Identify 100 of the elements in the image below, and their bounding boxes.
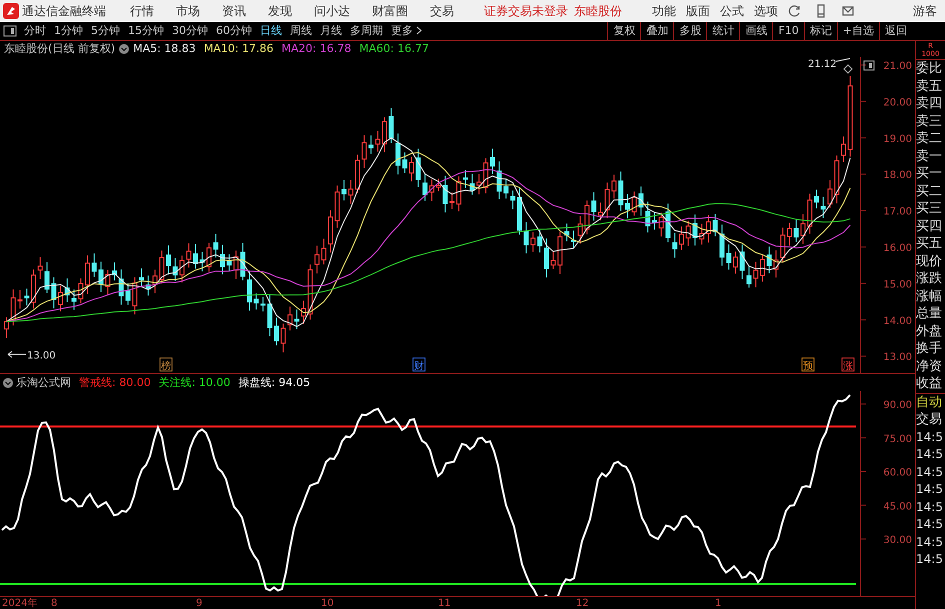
axis-label: 10 bbox=[321, 597, 334, 609]
period-tab[interactable]: 分时 bbox=[20, 22, 50, 40]
indicator-value: 关注线: 10.00 bbox=[158, 374, 230, 390]
menu-item[interactable]: 行情 bbox=[130, 2, 154, 20]
event-marker[interactable]: 榜 bbox=[160, 358, 172, 372]
quote-label: 委比 bbox=[916, 60, 943, 78]
indicator-value: 操盘线: 94.05 bbox=[238, 374, 310, 390]
toolbar-button[interactable]: 复权 bbox=[607, 22, 640, 40]
trade-time: 14:5 bbox=[916, 446, 944, 463]
quote-label: 卖四 bbox=[916, 95, 943, 112]
axis-label: 60.00 bbox=[883, 468, 912, 478]
menu-item[interactable]: 交易 bbox=[430, 2, 454, 20]
period-tab[interactable]: 更多 bbox=[387, 22, 426, 40]
quote-label: 买二 bbox=[916, 182, 943, 200]
leader-line bbox=[836, 58, 850, 62]
menu-item[interactable]: 资讯 bbox=[222, 2, 246, 20]
quote-label: 买一 bbox=[916, 165, 943, 182]
quote-label: 涨跌 bbox=[916, 270, 943, 288]
menu-item[interactable]: 功能 bbox=[652, 2, 676, 20]
period-tab[interactable]: 月线 bbox=[316, 22, 346, 40]
axis-label: 20.00 bbox=[883, 97, 912, 108]
quote-label: 现价 bbox=[916, 252, 943, 270]
menu-item[interactable]: 发现 bbox=[268, 2, 292, 20]
mail-icon[interactable] bbox=[840, 4, 856, 18]
axis-label: 90.00 bbox=[883, 400, 912, 411]
toolbar-button[interactable]: 多股 bbox=[673, 22, 706, 40]
app-title: 通达信金融终端 bbox=[22, 3, 106, 20]
menu-item[interactable]: 财富圈 bbox=[372, 2, 408, 20]
trade-time: 14:5 bbox=[916, 428, 944, 446]
period-tab[interactable]: 1分钟 bbox=[50, 22, 87, 40]
ma-value: MA5: 18.83 bbox=[133, 41, 196, 57]
mode-tab[interactable]: 自动 bbox=[916, 392, 945, 411]
period-tab[interactable]: 多周期 bbox=[346, 22, 387, 40]
quote-label: 买四 bbox=[916, 218, 943, 235]
axis-label: 17.00 bbox=[883, 206, 912, 218]
ma-value: MA60: 16.77 bbox=[359, 41, 429, 57]
menu-item[interactable]: 公式 bbox=[720, 2, 744, 20]
axis-label: 21.00 bbox=[883, 61, 912, 72]
axis-label: 1 bbox=[715, 597, 722, 609]
leader-arrow bbox=[8, 350, 26, 358]
axis-label: 13.00 bbox=[883, 352, 912, 364]
trade-time: 14:5 bbox=[916, 551, 944, 568]
diamond-icon[interactable] bbox=[843, 64, 853, 74]
quote-label: 卖一 bbox=[916, 148, 943, 165]
menu-item[interactable]: 版面 bbox=[686, 2, 710, 20]
quote-label: 卖三 bbox=[916, 112, 943, 130]
period-tab[interactable]: 日线 bbox=[256, 22, 286, 40]
trade-time: 14:5 bbox=[916, 516, 944, 533]
low-price-label: 13.00 bbox=[27, 350, 56, 362]
notice-text: 证券交易未登录 bbox=[484, 3, 568, 20]
menu-item[interactable]: 市场 bbox=[176, 2, 200, 20]
event-marker[interactable]: 财 bbox=[412, 358, 426, 372]
quote-label: 涨幅 bbox=[916, 288, 943, 305]
axis-label: 11 bbox=[438, 597, 451, 609]
user-label[interactable]: 游客 bbox=[913, 2, 937, 20]
stock-link[interactable]: 东睦股份 bbox=[574, 2, 622, 20]
event-marker[interactable]: 预 bbox=[802, 358, 814, 372]
indicator-name: 乐淘公式网 bbox=[16, 374, 71, 390]
refresh-icon[interactable] bbox=[788, 4, 802, 18]
quote-label: 卖二 bbox=[916, 130, 943, 148]
event-marker[interactable]: 涨 bbox=[842, 358, 854, 372]
trade-time: 14:5 bbox=[916, 464, 944, 480]
axis-label: 14.00 bbox=[883, 316, 912, 327]
ma-value: MA10: 17.86 bbox=[204, 41, 274, 57]
period-tab[interactable]: 5分钟 bbox=[87, 22, 124, 40]
logo-icon bbox=[3, 3, 19, 19]
axis-label: 12 bbox=[576, 597, 589, 609]
period-tab[interactable]: 周线 bbox=[286, 22, 316, 40]
high-price-label: 21.12 bbox=[808, 59, 837, 70]
period-tab[interactable]: 60分钟 bbox=[212, 22, 256, 40]
toolbar-button[interactable]: 画线 bbox=[739, 22, 772, 40]
chart-title: 东睦股份(日线 前复权) bbox=[4, 41, 116, 57]
axis-label: 8 bbox=[51, 597, 58, 609]
period-tab[interactable]: 15分钟 bbox=[124, 22, 168, 40]
menu-item[interactable]: 选项 bbox=[754, 2, 778, 20]
quote-label: 买三 bbox=[916, 200, 943, 218]
axis-label: 45.00 bbox=[883, 501, 912, 512]
axis-label: 75.00 bbox=[883, 434, 912, 445]
axis-label: 15.00 bbox=[883, 279, 912, 290]
quote-label: 净资 bbox=[916, 358, 943, 375]
trade-time: 14:5 bbox=[916, 498, 944, 516]
caret-icon bbox=[416, 26, 422, 36]
quote-label: 换手 bbox=[916, 340, 943, 358]
trade-time: 14:5 bbox=[916, 481, 944, 498]
panel-toggle-icon[interactable] bbox=[864, 60, 874, 70]
quote-label: 买五 bbox=[916, 235, 943, 252]
period-tab[interactable]: 30分钟 bbox=[168, 22, 212, 40]
quote-label: 卖五 bbox=[916, 78, 943, 95]
menu-item[interactable]: 问小达 bbox=[314, 2, 350, 20]
dropdown-icon[interactable] bbox=[3, 378, 13, 388]
quote-label: 收益 bbox=[916, 375, 943, 392]
trade-label: 交易 bbox=[916, 411, 943, 428]
axis-label: 2024年 bbox=[2, 597, 38, 609]
toolbar-button[interactable]: 统计 bbox=[706, 22, 740, 40]
axis-label: 18.00 bbox=[883, 170, 912, 182]
panel-toggle-icon[interactable] bbox=[3, 25, 17, 37]
ma-value: MA20: 16.78 bbox=[282, 41, 352, 57]
trade-time: 14:5 bbox=[916, 534, 944, 550]
toolbar-button[interactable]: 叠加 bbox=[640, 22, 674, 40]
dropdown-icon[interactable] bbox=[119, 44, 130, 54]
